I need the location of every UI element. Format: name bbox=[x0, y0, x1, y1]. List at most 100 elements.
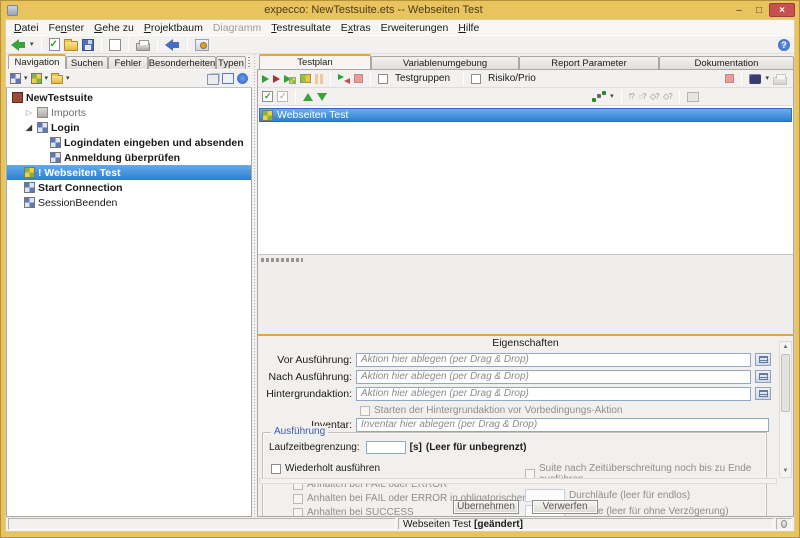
resume-button[interactable] bbox=[338, 74, 350, 84]
new-document-button[interactable] bbox=[109, 39, 121, 51]
post-action-browse-button[interactable] bbox=[755, 370, 771, 383]
post-action-field[interactable]: Aktion hier ablegen (per Drag & Drop) bbox=[356, 370, 751, 384]
pre-action-browse-button[interactable] bbox=[755, 353, 771, 366]
undo-button[interactable] bbox=[165, 39, 180, 51]
open-window-button[interactable] bbox=[687, 92, 699, 102]
check-all-button[interactable] bbox=[262, 91, 273, 102]
help-button[interactable]: ? bbox=[778, 39, 790, 51]
menu-testresultate[interactable]: Testresultate bbox=[266, 22, 336, 34]
repeat-checkbox[interactable] bbox=[271, 464, 281, 474]
new-testcase-dropdown-icon[interactable]: ▾ bbox=[45, 76, 49, 82]
print-testplan-button[interactable] bbox=[773, 72, 787, 85]
risiko-checkbox[interactable] bbox=[471, 74, 481, 84]
testplan-panel: Testplan Variablenumgebung Report Parame… bbox=[257, 54, 794, 517]
accept-document-button[interactable] bbox=[49, 38, 60, 51]
stop-button[interactable] bbox=[354, 74, 363, 83]
scrollbar-thumb[interactable] bbox=[781, 354, 790, 412]
copy-window-button[interactable] bbox=[207, 72, 219, 85]
tree-item-sessionbeenden[interactable]: SessionBeenden bbox=[7, 195, 251, 210]
run-marked-button[interactable] bbox=[300, 74, 311, 83]
settings-button[interactable] bbox=[195, 39, 209, 51]
save-button[interactable] bbox=[82, 39, 94, 51]
new-testcase-button[interactable] bbox=[31, 73, 42, 84]
tab-report-parameter[interactable]: Report Parameter bbox=[519, 56, 659, 69]
layers-button[interactable] bbox=[749, 74, 761, 84]
minimize-button[interactable]: – bbox=[729, 3, 749, 17]
run-with-debug-button[interactable] bbox=[284, 73, 296, 84]
tab-suchen[interactable]: Suchen bbox=[66, 56, 108, 69]
breakpoint-fail-icon[interactable]: ○? bbox=[638, 92, 646, 101]
menu-hilfe[interactable]: Hilfe bbox=[453, 22, 484, 34]
tree-item-login[interactable]: ◢ Login bbox=[7, 120, 251, 135]
testplan-list-selected-row[interactable]: Webseiten Test bbox=[259, 108, 792, 122]
close-button[interactable]: × bbox=[769, 3, 795, 17]
maximize-button[interactable]: □ bbox=[749, 3, 769, 17]
tab-dokumentation[interactable]: Dokumentation bbox=[659, 56, 794, 69]
tree-item-imports[interactable]: ▷ Imports bbox=[7, 105, 251, 120]
tree-item-start-connection[interactable]: Start Connection bbox=[7, 180, 251, 195]
tab-besonderheiten[interactable]: Besonderheiten bbox=[148, 56, 216, 69]
runtime-row: Laufzeitbegrenzung: [s] (Leer für unbegr… bbox=[269, 441, 526, 454]
new-action-dropdown-icon[interactable]: ▾ bbox=[24, 76, 28, 82]
menu-projektbaum[interactable]: Projektbaum bbox=[139, 22, 208, 34]
tree-item-newtestsuite[interactable]: NewTestsuite bbox=[7, 90, 251, 105]
run-failed-button[interactable] bbox=[273, 75, 280, 83]
background-before-checkbox[interactable] bbox=[360, 406, 370, 416]
move-up-button[interactable] bbox=[303, 93, 313, 101]
tree-item-logindaten[interactable]: Logindaten eingeben und absenden bbox=[7, 135, 251, 150]
status-grip-icon[interactable] bbox=[781, 520, 787, 528]
action-icon bbox=[50, 152, 61, 163]
layers-dropdown-icon[interactable]: ▾ bbox=[765, 76, 769, 82]
open-file-button[interactable] bbox=[64, 38, 78, 51]
menu-datei[interactable]: Datei bbox=[9, 22, 44, 34]
stop-all-button[interactable] bbox=[725, 74, 734, 83]
discard-button[interactable]: Verwerfen bbox=[532, 500, 598, 514]
properties-vertical-scrollbar[interactable]: ▲ ▼ bbox=[779, 341, 792, 478]
inventar-field[interactable]: Inventar hier ablegen (per Drag & Drop) bbox=[356, 418, 769, 432]
detail-collapsed-panel[interactable] bbox=[258, 254, 793, 334]
expander-collapsed-icon[interactable]: ▷ bbox=[24, 108, 34, 117]
scroll-up-icon[interactable]: ▲ bbox=[781, 343, 790, 352]
new-folder-button[interactable] bbox=[51, 73, 63, 84]
menu-extras[interactable]: Extras bbox=[336, 22, 376, 34]
testgruppen-checkbox[interactable] bbox=[378, 74, 388, 84]
tab-variablenumgebung[interactable]: Variablenumgebung bbox=[371, 56, 519, 69]
properties-horizontal-scrollbar[interactable] bbox=[259, 478, 777, 484]
print-button[interactable] bbox=[136, 38, 150, 51]
background-action-field[interactable]: Aktion hier ablegen (per Drag & Drop) bbox=[356, 387, 751, 401]
tree-item-webseiten-test[interactable]: ! Webseiten Test bbox=[7, 165, 251, 180]
scroll-down-icon[interactable]: ▼ bbox=[781, 467, 790, 476]
run-button[interactable] bbox=[262, 75, 269, 83]
history-back-button[interactable] bbox=[11, 39, 26, 51]
menu-fenster[interactable]: Fenster bbox=[44, 22, 90, 34]
save-tree-button[interactable] bbox=[222, 73, 234, 84]
history-dropdown-icon[interactable]: ▾ bbox=[30, 42, 34, 48]
coverage-button[interactable] bbox=[592, 91, 606, 102]
tab-typen[interactable]: Typen bbox=[216, 56, 246, 69]
new-folder-dropdown-icon[interactable]: ▾ bbox=[66, 76, 70, 82]
tree-item-label: Start Connection bbox=[38, 182, 123, 194]
apply-button[interactable]: Übernehmen bbox=[453, 500, 519, 514]
menu-erweiterungen[interactable]: Erweiterungen bbox=[376, 22, 454, 34]
expander-expanded-icon[interactable]: ◢ bbox=[24, 123, 34, 132]
tab-navigation[interactable]: Navigation bbox=[8, 54, 66, 69]
pause-button[interactable] bbox=[315, 74, 323, 84]
uncheck-all-button[interactable] bbox=[277, 91, 288, 102]
breakpoint-skip-icon[interactable]: ◇? bbox=[650, 92, 659, 101]
new-action-button[interactable] bbox=[10, 73, 21, 84]
runtime-input[interactable] bbox=[366, 441, 406, 454]
tab-fehler[interactable]: Fehler bbox=[108, 56, 148, 69]
pre-action-field[interactable]: Aktion hier ablegen (per Drag & Drop) bbox=[356, 353, 751, 367]
app-logo-icon bbox=[7, 5, 18, 16]
menu-gehezu[interactable]: Gehe zu bbox=[89, 22, 139, 34]
coverage-dropdown-icon[interactable]: ▾ bbox=[610, 94, 614, 100]
background-action-browse-button[interactable] bbox=[755, 387, 771, 400]
testplan-list[interactable]: Webseiten Test bbox=[258, 106, 793, 254]
breakpoint-error-icon[interactable]: !? bbox=[629, 92, 635, 101]
tab-testplan[interactable]: Testplan bbox=[259, 54, 371, 69]
tree-help-button[interactable] bbox=[237, 73, 248, 84]
move-down-button[interactable] bbox=[317, 93, 327, 101]
action-icon bbox=[24, 182, 35, 193]
tree-item-anmeldung[interactable]: Anmeldung überprüfen bbox=[7, 150, 251, 165]
breakpoint-cond-icon[interactable]: ◇? bbox=[663, 92, 672, 101]
